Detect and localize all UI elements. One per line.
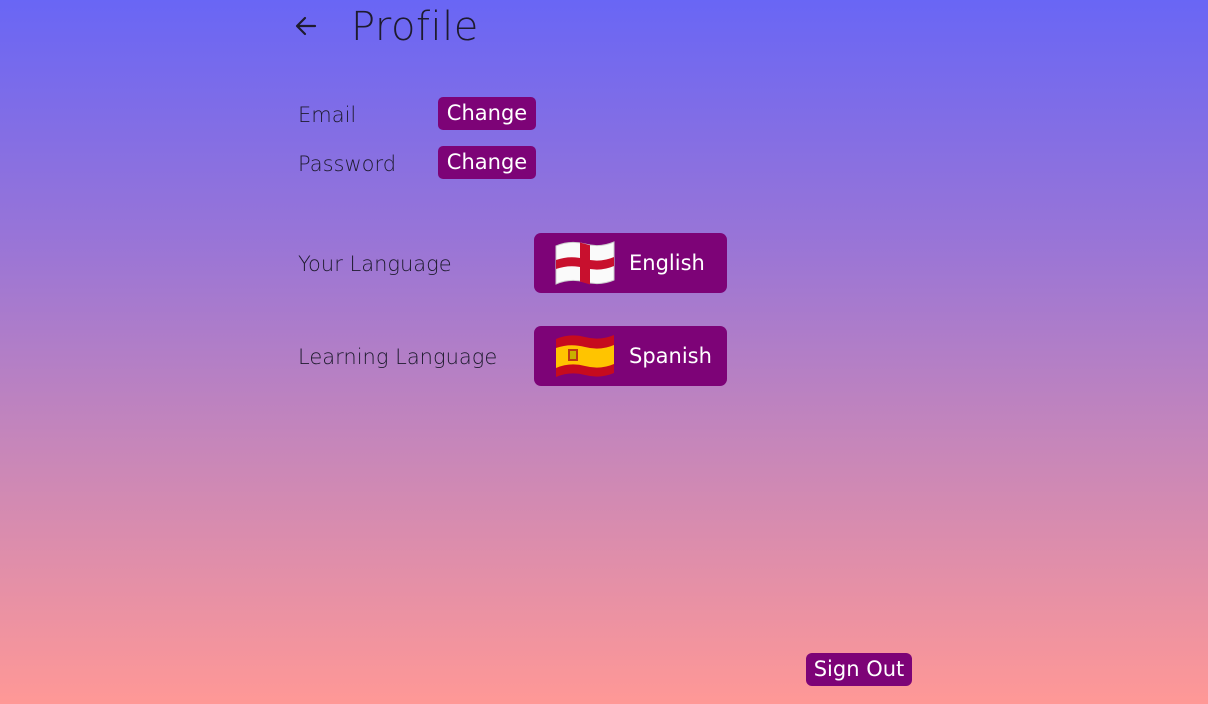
change-email-button[interactable]: Change (438, 97, 536, 130)
spain-flag-icon (554, 333, 616, 379)
learning-language-button[interactable]: Spanish (534, 326, 727, 386)
sign-out-button[interactable]: Sign Out (806, 653, 912, 686)
your-language-value: English (629, 251, 705, 275)
back-button[interactable] (290, 8, 322, 44)
arrow-left-icon (295, 16, 317, 36)
page-title: Profile (351, 4, 479, 50)
your-language-label: Your Language (298, 252, 452, 276)
password-label: Password (298, 152, 397, 176)
learning-language-value: Spanish (629, 344, 712, 368)
change-password-button[interactable]: Change (438, 146, 536, 179)
england-flag-icon (554, 240, 616, 286)
learning-language-label: Learning Language (298, 345, 498, 369)
your-language-button[interactable]: English (534, 233, 727, 293)
email-label: Email (298, 103, 357, 127)
